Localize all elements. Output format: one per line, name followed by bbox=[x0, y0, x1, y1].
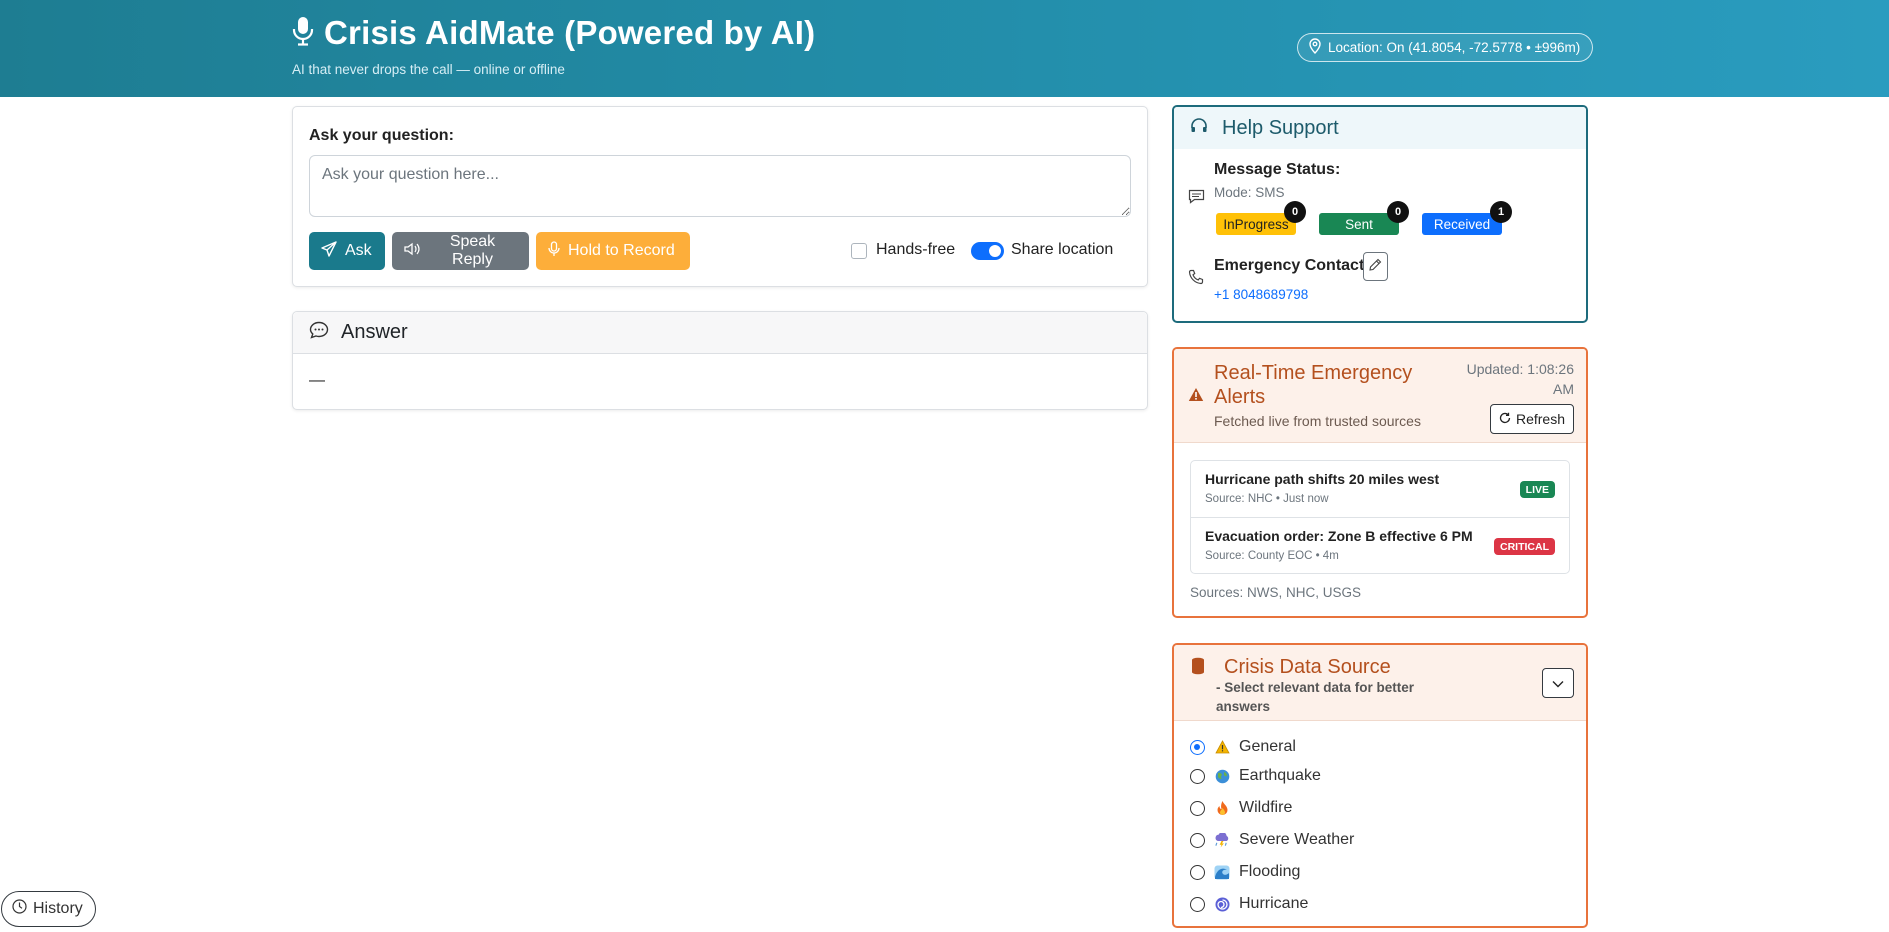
hold-to-record-button[interactable]: Hold to Record bbox=[536, 232, 690, 270]
option-label: General bbox=[1239, 738, 1296, 755]
send-icon bbox=[321, 240, 337, 262]
critical-tag: CRITICAL bbox=[1494, 538, 1555, 555]
database-icon bbox=[1191, 657, 1205, 680]
option-label: Flooding bbox=[1239, 863, 1301, 880]
alert-meta: Source: NHC • Just now bbox=[1205, 493, 1329, 505]
option-label: Hurricane bbox=[1239, 895, 1309, 912]
alerts-sources: Sources: NWS, NHC, USGS bbox=[1190, 585, 1362, 600]
emergency-contact-title: Emergency Contact bbox=[1214, 257, 1365, 274]
collapse-toggle-button[interactable] bbox=[1542, 668, 1574, 698]
crisis-data-header: Crisis Data Source - Select relevant dat… bbox=[1174, 645, 1586, 721]
question-input[interactable] bbox=[309, 155, 1131, 217]
help-support-title: Help Support bbox=[1222, 116, 1339, 139]
help-support-header: Help Support bbox=[1174, 107, 1586, 149]
alerts-subtitle: Fetched live from trusted sources bbox=[1214, 413, 1421, 429]
speak-reply-button[interactable]: Speak Reply bbox=[392, 232, 529, 270]
history-label: History bbox=[33, 900, 83, 917]
radio-wildfire[interactable] bbox=[1190, 800, 1205, 816]
crisis-data-subtitle: - Select relevant data for better answer… bbox=[1216, 680, 1415, 714]
pencil-icon bbox=[1369, 258, 1382, 276]
ask-card: Ask your question: Ask Speak Reply Hold … bbox=[292, 106, 1148, 287]
emergency-contact-number[interactable]: +1 8048689798 bbox=[1214, 287, 1308, 302]
alert-list: Hurricane path shifts 20 miles west Sour… bbox=[1190, 460, 1570, 574]
app-subtitle: AI that never drops the call — online or… bbox=[292, 62, 565, 77]
history-button[interactable]: History bbox=[1, 891, 96, 927]
option-flooding[interactable]: Flooding bbox=[1190, 856, 1354, 888]
crisis-data-source-panel: Crisis Data Source - Select relevant dat… bbox=[1172, 643, 1588, 928]
warning-icon bbox=[1188, 387, 1204, 407]
share-location-toggle[interactable] bbox=[971, 242, 1004, 260]
radio-flooding[interactable] bbox=[1190, 864, 1205, 880]
location-status-pill[interactable]: Location: On (41.8054, -72.5778 • ±996m) bbox=[1297, 33, 1594, 62]
wave-icon bbox=[1214, 864, 1230, 880]
hands-free-checkbox[interactable] bbox=[851, 243, 867, 259]
live-tag: LIVE bbox=[1519, 481, 1555, 498]
option-general[interactable]: General bbox=[1190, 734, 1354, 760]
ask-button[interactable]: Ask bbox=[309, 232, 385, 270]
alerts-header: Real-Time Emergency Alerts Fetched live … bbox=[1174, 349, 1586, 443]
emergency-alerts-panel: Real-Time Emergency Alerts Fetched live … bbox=[1172, 347, 1588, 618]
speak-reply-label: Speak Reply bbox=[449, 233, 496, 268]
alerts-updated-time: Updated: 1:08:26 AM bbox=[1466, 361, 1574, 397]
edit-contact-button[interactable] bbox=[1363, 252, 1388, 281]
refresh-label: Refresh bbox=[1515, 411, 1565, 427]
app-header: Crisis AidMate (Powered by AI) AI that n… bbox=[0, 0, 1889, 97]
received-count: 1 bbox=[1490, 201, 1512, 223]
microphone-icon bbox=[548, 240, 560, 262]
hands-free-label: Hands-free bbox=[876, 241, 956, 258]
storm-icon bbox=[1214, 832, 1230, 848]
hold-to-record-label: Hold to Record bbox=[568, 242, 675, 259]
help-support-panel: Help Support Message Status: Mode: SMS I… bbox=[1172, 105, 1588, 323]
chat-bubble-icon bbox=[309, 321, 329, 344]
alerts-title: Real-Time Emergency Alerts bbox=[1214, 362, 1413, 408]
crisis-options: General Earthquake Wildfire Severe Weath… bbox=[1190, 734, 1354, 920]
location-status-text: Location: On (41.8054, -72.5778 • ±996m) bbox=[1328, 40, 1581, 55]
ask-label: Ask your question: bbox=[309, 127, 454, 144]
clock-icon bbox=[12, 899, 27, 919]
alert-item[interactable]: Evacuation order: Zone B effective 6 PM … bbox=[1191, 517, 1569, 573]
fire-icon bbox=[1214, 800, 1230, 816]
option-label: Severe Weather bbox=[1239, 831, 1355, 848]
alert-item[interactable]: Hurricane path shifts 20 miles west Sour… bbox=[1191, 461, 1569, 517]
radio-earthquake[interactable] bbox=[1190, 768, 1205, 784]
share-location-label: Share location bbox=[1011, 241, 1114, 258]
message-status-title: Message Status: bbox=[1214, 161, 1341, 178]
answer-title: Answer bbox=[341, 321, 408, 343]
radio-hurricane[interactable] bbox=[1190, 896, 1205, 912]
refresh-button[interactable]: Refresh bbox=[1489, 404, 1574, 434]
phone-icon bbox=[1188, 269, 1204, 290]
chevron-down-icon bbox=[1552, 676, 1564, 691]
answer-body: — bbox=[309, 372, 325, 389]
inprogress-count: 0 bbox=[1284, 201, 1306, 223]
option-wildfire[interactable]: Wildfire bbox=[1190, 792, 1354, 824]
refresh-icon bbox=[1499, 411, 1511, 427]
ask-button-label: Ask bbox=[345, 242, 372, 259]
radio-general[interactable] bbox=[1190, 739, 1205, 755]
option-label: Wildfire bbox=[1239, 799, 1293, 816]
answer-card: Answer — bbox=[292, 311, 1148, 410]
map-pin-icon bbox=[1308, 38, 1322, 57]
alert-title: Hurricane path shifts 20 miles west bbox=[1205, 471, 1440, 487]
cyclone-icon bbox=[1214, 896, 1230, 912]
option-severe-weather[interactable]: Severe Weather bbox=[1190, 824, 1354, 856]
option-earthquake[interactable]: Earthquake bbox=[1190, 760, 1354, 792]
message-mode: Mode: SMS bbox=[1214, 185, 1285, 200]
app-title: Crisis AidMate (Powered by AI) bbox=[324, 14, 816, 51]
headset-icon bbox=[1190, 117, 1208, 140]
option-label: Earthquake bbox=[1239, 767, 1321, 784]
speaker-icon bbox=[404, 242, 420, 261]
crisis-data-title: Crisis Data Source bbox=[1224, 656, 1391, 678]
sent-count: 0 bbox=[1387, 201, 1409, 223]
warning-icon bbox=[1214, 739, 1230, 755]
answer-header: Answer bbox=[293, 312, 1147, 354]
brand: Crisis AidMate (Powered by AI) bbox=[292, 14, 815, 52]
radio-severe-weather[interactable] bbox=[1190, 832, 1205, 848]
globe-icon bbox=[1214, 768, 1230, 784]
microphone-icon bbox=[292, 16, 314, 51]
option-hurricane[interactable]: Hurricane bbox=[1190, 888, 1354, 920]
message-icon bbox=[1188, 189, 1205, 210]
